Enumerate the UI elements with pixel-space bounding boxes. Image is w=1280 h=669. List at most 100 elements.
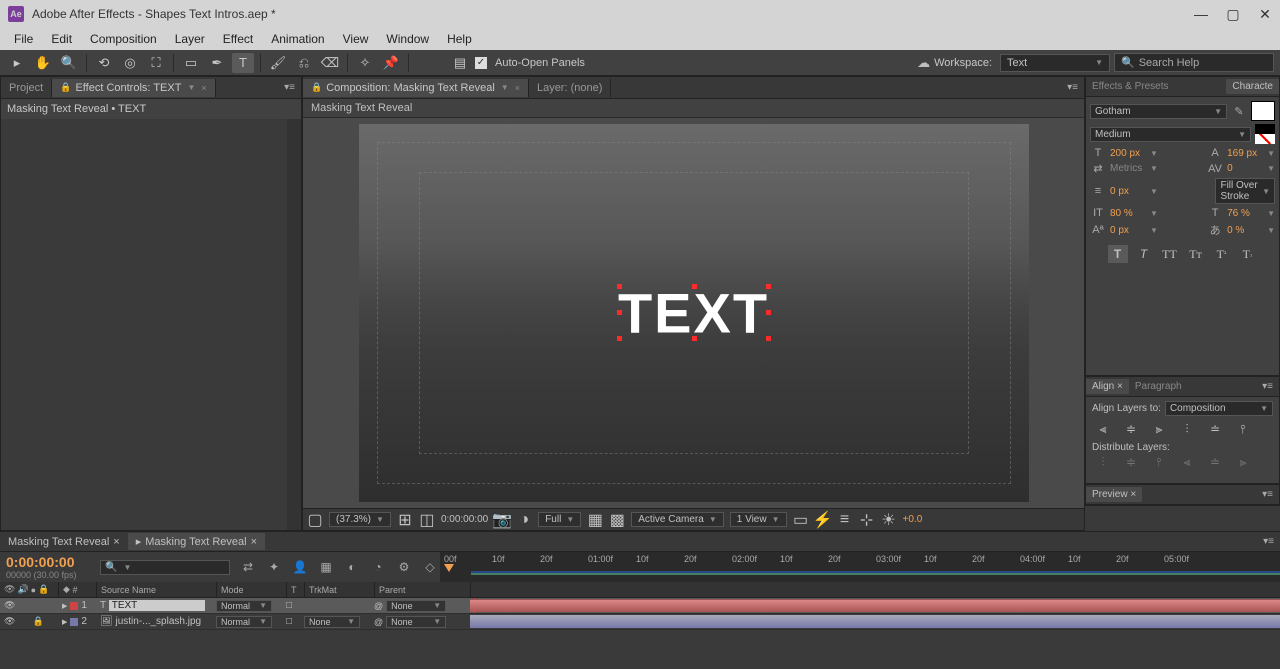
clone-tool[interactable]: ⎌ — [293, 53, 315, 73]
eyedropper-icon[interactable]: ✎ — [1231, 105, 1247, 118]
close-icon[interactable]: × — [515, 83, 520, 93]
viewer-timecode[interactable]: 0:00:00:00 — [441, 514, 488, 525]
menu-composition[interactable]: Composition — [82, 30, 165, 48]
tab-align[interactable]: Align × — [1086, 379, 1129, 394]
menu-help[interactable]: Help — [439, 30, 480, 48]
camera-select[interactable]: Active Camera▼ — [631, 512, 724, 527]
quality-select[interactable]: Full▼ — [538, 512, 581, 527]
brainstorm-icon[interactable]: ⚙ — [394, 557, 414, 577]
roi-icon[interactable]: ◫ — [419, 512, 435, 528]
panel-menu-icon[interactable]: ▾≡ — [1262, 381, 1273, 392]
stroke-width-value[interactable]: 0 px — [1110, 186, 1144, 197]
align-to-select[interactable]: Composition▼ — [1165, 401, 1273, 416]
label-color[interactable] — [70, 602, 78, 610]
auto-keyframe-icon[interactable]: ◇ — [420, 557, 440, 577]
parent-select[interactable]: None▼ — [386, 600, 446, 612]
twirl-icon[interactable]: ▶ — [62, 602, 67, 610]
solo-col-icon[interactable]: ● — [31, 585, 36, 595]
superscript-button[interactable]: T¹ — [1212, 245, 1232, 263]
tab-preview[interactable]: Preview × — [1086, 487, 1142, 502]
align-top-button[interactable]: ⫶ — [1176, 420, 1198, 438]
panel-menu-icon[interactable]: ▾≡ — [1262, 489, 1273, 500]
kerning-value[interactable]: Metrics — [1110, 163, 1144, 174]
tab-layer[interactable]: Layer: (none) — [529, 79, 611, 97]
selection-handle[interactable] — [766, 336, 771, 341]
snapshot-icon[interactable]: 📷 — [494, 512, 510, 528]
auto-open-checkbox[interactable]: ✓ — [475, 57, 487, 69]
label-col-icon[interactable]: ◆ — [63, 584, 70, 595]
menu-view[interactable]: View — [335, 30, 377, 48]
fill-color-swatch[interactable] — [1251, 101, 1275, 121]
zoom-select[interactable]: (37.3%)▼ — [329, 512, 391, 527]
puppet-tool[interactable]: 📌 — [380, 53, 402, 73]
sync-icon[interactable]: ☁ — [917, 55, 930, 71]
menu-layer[interactable]: Layer — [167, 30, 213, 48]
tracking-value[interactable]: 0 — [1227, 163, 1261, 174]
track-matte-select[interactable]: None▼ — [304, 616, 360, 628]
layer-duration-bar[interactable] — [470, 599, 1280, 612]
current-time-indicator[interactable] — [444, 564, 454, 572]
channel-icon[interactable]: ◑ — [516, 512, 532, 528]
vscale-value[interactable]: 80 % — [1110, 208, 1144, 219]
lock-toggle[interactable]: 🔒 — [32, 616, 43, 627]
selection-handle[interactable] — [692, 284, 697, 289]
pickwhip-icon[interactable]: @ — [374, 601, 383, 611]
close-icon[interactable]: × — [251, 536, 257, 548]
eye-toggle[interactable]: 👁 — [4, 616, 15, 627]
align-right-button[interactable]: ⫸ — [1148, 420, 1170, 438]
blend-mode-select[interactable]: Normal▼ — [216, 600, 272, 612]
timeline-tab-2[interactable]: ▸ Masking Text Reveal × — [128, 533, 265, 550]
selection-handle[interactable] — [617, 310, 622, 315]
panel-icon[interactable]: ▤ — [449, 53, 471, 73]
tab-effect-controls[interactable]: 🔒 Effect Controls: TEXT ▼ × — [52, 79, 215, 97]
menu-window[interactable]: Window — [378, 30, 437, 48]
current-timecode[interactable]: 0:00:00:00 — [6, 554, 94, 570]
mask-icon[interactable]: ▩ — [609, 512, 625, 528]
motion-blur-icon[interactable]: ◐ — [342, 557, 362, 577]
timeline-tab-1[interactable]: Masking Text Reveal × — [0, 534, 128, 550]
font-size-value[interactable]: 200 px — [1110, 148, 1144, 159]
rectangle-tool[interactable]: ▭ — [180, 53, 202, 73]
composition-viewer[interactable]: TEXT — [303, 118, 1084, 508]
blend-mode-select[interactable]: Normal▼ — [216, 616, 272, 628]
preserve-transparency[interactable]: □ — [286, 616, 292, 627]
close-icon[interactable]: × — [201, 83, 206, 93]
stroke-mode-select[interactable]: Fill Over Stroke▼ — [1215, 178, 1275, 204]
align-vcenter-button[interactable]: ≐ — [1204, 420, 1226, 438]
transparency-grid-icon[interactable]: ▦ — [587, 512, 603, 528]
camera-tool[interactable]: ◎ — [119, 53, 141, 73]
tab-paragraph[interactable]: Paragraph — [1129, 379, 1188, 394]
menu-animation[interactable]: Animation — [263, 30, 332, 48]
work-area-bar[interactable] — [471, 571, 1280, 575]
pen-tool[interactable]: ✒ — [206, 53, 228, 73]
draft-3d-icon[interactable]: ✦ — [264, 557, 284, 577]
flowchart-icon[interactable]: ⊹ — [859, 512, 875, 528]
roto-tool[interactable]: ✧ — [354, 53, 376, 73]
menu-file[interactable]: File — [6, 30, 41, 48]
comp-mini-flowchart-icon[interactable]: ⇄ — [238, 557, 258, 577]
video-col-icon[interactable]: 👁 — [4, 584, 15, 595]
workspace-select[interactable]: Text▼ — [1000, 54, 1110, 72]
selection-handle[interactable] — [692, 336, 697, 341]
panel-menu-icon[interactable]: ▾≡ — [1067, 82, 1078, 93]
resolution-icon[interactable]: ⊞ — [397, 512, 413, 528]
close-icon[interactable]: × — [1130, 489, 1136, 500]
always-preview-icon[interactable]: ▢ — [307, 512, 323, 528]
brush-tool[interactable]: 🖌 — [267, 53, 289, 73]
font-style-select[interactable]: Medium▼ — [1090, 127, 1251, 142]
layer-row[interactable]: 👁▶1T TEXTNormal▼□@None▼ — [0, 598, 1280, 614]
views-select[interactable]: 1 View▼ — [730, 512, 787, 527]
graph-editor-icon[interactable]: ◔ — [368, 557, 388, 577]
parent-select[interactable]: None▼ — [386, 616, 446, 628]
selection-tool[interactable]: ▸ — [6, 53, 28, 73]
tab-effects-presets[interactable]: Effects & Presets — [1086, 79, 1175, 94]
eye-toggle[interactable]: 👁 — [4, 600, 15, 611]
layer-name[interactable]: TEXT — [109, 600, 205, 611]
preserve-transparency[interactable]: □ — [286, 600, 292, 611]
scrollbar[interactable] — [287, 119, 301, 530]
layer-duration-bar[interactable] — [470, 615, 1280, 628]
menu-edit[interactable]: Edit — [43, 30, 80, 48]
reset-exposure-icon[interactable]: ☀ — [881, 512, 897, 528]
selection-handle[interactable] — [766, 284, 771, 289]
stroke-color-swatch[interactable] — [1255, 124, 1275, 134]
